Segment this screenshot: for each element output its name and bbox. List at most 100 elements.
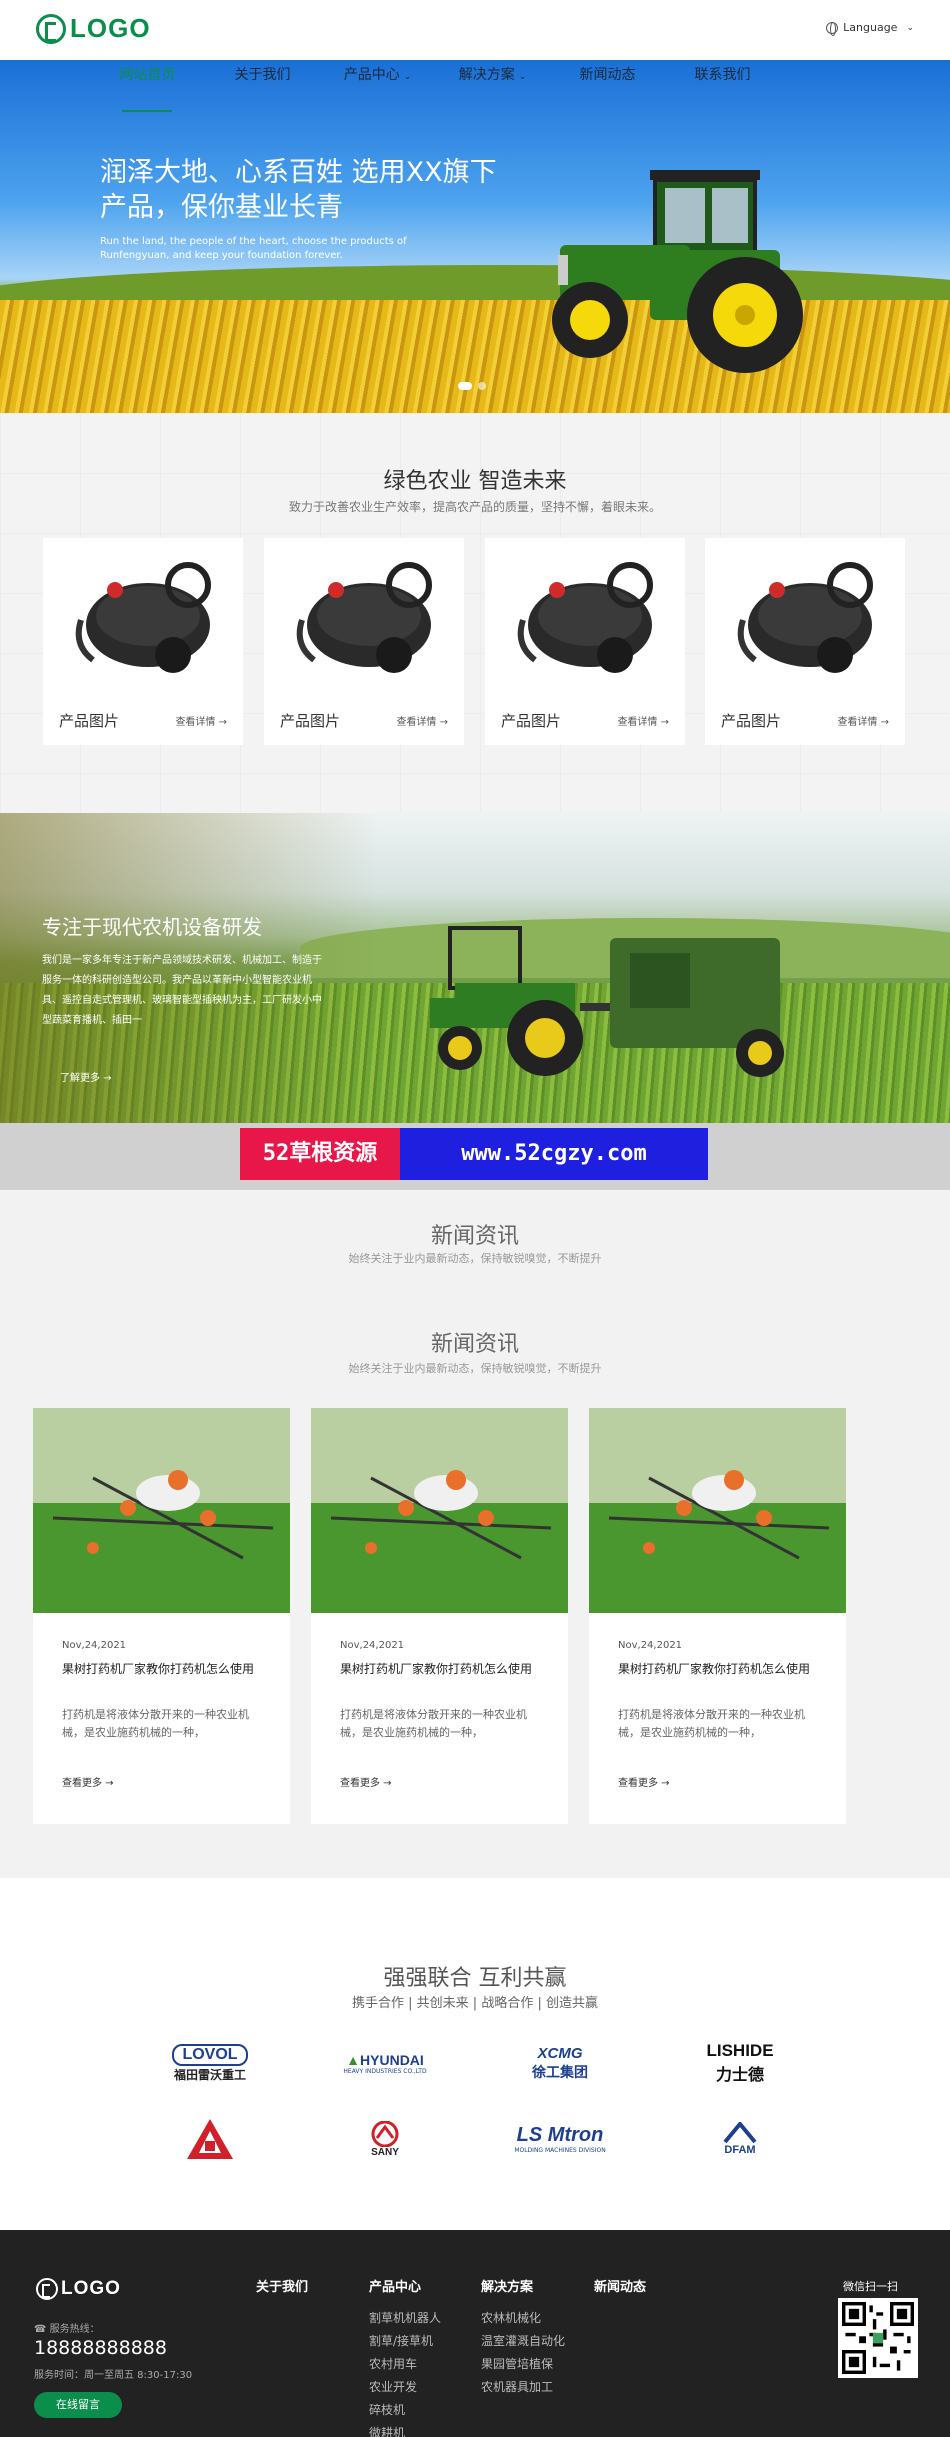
- site-header: LOGO Language ⌄: [0, 0, 950, 60]
- hero-banner: 网站首页 关于我们 产品中心 ⌄ 解决方案 ⌄ 新闻动态 联系我们 润泽大地、心系百…: [0, 60, 950, 413]
- watermark-badge-blue: www.52cgzy.com: [400, 1128, 708, 1180]
- footer-link[interactable]: 微耕机: [369, 2422, 441, 2437]
- product-card[interactable]: 产品图片 查看详情 →: [264, 538, 464, 745]
- nav-item-news[interactable]: 新闻动态: [550, 60, 665, 100]
- mower-robot-image: [75, 562, 211, 673]
- footer-link[interactable]: 割草机机器人: [369, 2307, 441, 2330]
- hotline-label: ☎ 服务热线：: [34, 2324, 100, 2335]
- partner-logo-red-emblem[interactable]: [150, 2114, 270, 2164]
- product-card[interactable]: 产品图片 查看详情 →: [485, 538, 685, 745]
- footer-link[interactable]: 农机器具加工: [481, 2376, 565, 2399]
- product-label: 产品图片: [280, 712, 341, 730]
- nav-label: 网站首页: [119, 67, 176, 83]
- news-date: Nov,24,2021: [62, 1640, 127, 1651]
- hero-title: 润泽大地、心系百姓 选用XX旗下产品，保你基业长青: [100, 157, 497, 223]
- partner-logo-lishide[interactable]: LISHIDE 力士德: [680, 2038, 800, 2088]
- feature-more-link[interactable]: 了解更多 →: [60, 1069, 112, 1084]
- footer-link[interactable]: 农业开发: [369, 2376, 441, 2399]
- product-more-link[interactable]: 查看详情 →: [396, 713, 448, 728]
- footer-col-title[interactable]: 产品中心: [369, 2276, 441, 2295]
- carousel-dot[interactable]: [458, 382, 472, 390]
- news-more-link[interactable]: 查看更多 →: [340, 1774, 392, 1789]
- feature-title: 专注于现代农机设备研发: [42, 915, 262, 939]
- mower-robot-image: [517, 562, 653, 673]
- mower-robot-image: [296, 562, 432, 673]
- partner-logo-lovol[interactable]: LOVOL 福田雷沃重工: [150, 2038, 270, 2088]
- product-label: 产品图片: [59, 712, 120, 730]
- footer-link[interactable]: 果园管培植保: [481, 2353, 565, 2376]
- product-more-link[interactable]: 查看详情 →: [175, 713, 227, 728]
- footer-col-title[interactable]: 解决方案: [481, 2276, 565, 2295]
- product-card[interactable]: 产品图片 查看详情 →: [705, 538, 905, 745]
- feature-text: 我们是一家多年专注于新产品领域技术研发、机械加工、制造于服务一体的科研创造型公司…: [42, 955, 322, 1026]
- footer-col-solutions: 解决方案 农林机械化 温室灌溉自动化 果园管培植保 农机器具加工: [481, 2276, 565, 2399]
- wechat-qr-code: [838, 2298, 918, 2378]
- news-description: 打药机是将液体分散开来的一种农业机械，是农业施药机械的一种，: [618, 1708, 805, 1739]
- language-selector[interactable]: Language ⌄: [826, 21, 914, 36]
- product-more-link[interactable]: 查看详情 →: [837, 713, 889, 728]
- news-card[interactable]: Nov,24,2021 果树打药机厂家教你打药机怎么使用 打药机是将液体分散开来…: [311, 1408, 568, 1824]
- tractor-image: [552, 170, 803, 373]
- news-subtitle: 始终关注于业内最新动态，保持敏锐嗅觉，不断提升: [348, 1252, 602, 1265]
- footer-logo-text: LOGO: [61, 2278, 121, 2299]
- emblem-icon: [187, 2119, 233, 2159]
- partners-title: 强强联合 互利共赢: [383, 1966, 567, 1991]
- hotline-phone: 18888888888: [34, 2337, 167, 2359]
- news-date: Nov,24,2021: [340, 1640, 405, 1651]
- footer-link[interactable]: 农林机械化: [481, 2307, 565, 2330]
- carousel-dot[interactable]: [478, 382, 486, 390]
- news-more-link[interactable]: 查看更多 →: [62, 1774, 114, 1789]
- carousel-dots: [458, 382, 486, 390]
- footer-link[interactable]: 碎枝机: [369, 2399, 441, 2422]
- partner-logo-sany[interactable]: SANY: [325, 2114, 445, 2164]
- footer-col-news: 新闻动态: [594, 2276, 646, 2307]
- product-label: 产品图片: [501, 712, 562, 730]
- service-hours: 服务时间：周一至周五 8:30-17:30: [34, 2370, 193, 2381]
- product-card[interactable]: 产品图片 查看详情 →: [43, 538, 243, 745]
- chevron-down-icon: ⌄: [403, 72, 412, 82]
- product-label: 产品图片: [721, 712, 782, 730]
- partner-logo-xcmg[interactable]: XCMG 徐工集团: [500, 2038, 620, 2088]
- watermark-badge-red: 52草根资源: [240, 1128, 400, 1180]
- partner-logo-dfam[interactable]: DFAM: [680, 2114, 800, 2164]
- news-title-link[interactable]: 果树打药机厂家教你打药机怎么使用: [340, 1660, 540, 1678]
- site-logo[interactable]: LOGO: [36, 13, 151, 44]
- partner-logo-lsmtron[interactable]: LS Mtron MOLDING MACHINES DIVISION: [500, 2114, 620, 2164]
- footer-col-products: 产品中心 割草机机器人 割草/接草机 农村用车 农业开发 碎枝机 微耕机: [369, 2276, 441, 2437]
- footer-col-title[interactable]: 关于我们: [256, 2276, 308, 2295]
- footer-col-about: 关于我们: [256, 2276, 308, 2307]
- products-section: 绿色农业 智造未来 致力于改善农业生产效率，提高农产品的质量，坚持不懈，着眼未来…: [0, 413, 950, 813]
- nav-item-home[interactable]: 网站首页: [90, 60, 205, 112]
- news-date: Nov,24,2021: [618, 1640, 683, 1651]
- product-more-link[interactable]: 查看详情 →: [617, 713, 669, 728]
- news-title: 新闻资讯: [430, 1332, 519, 1357]
- news-card[interactable]: Nov,24,2021 果树打药机厂家教你打药机怎么使用 打药机是将液体分散开来…: [33, 1408, 290, 1824]
- footer-col-title[interactable]: 新闻动态: [594, 2276, 646, 2295]
- language-label: Language: [843, 21, 898, 34]
- qr-label: 微信扫一扫: [843, 2280, 898, 2293]
- news-title-link[interactable]: 果树打药机厂家教你打药机怎么使用: [62, 1660, 262, 1678]
- news-more-link[interactable]: 查看更多 →: [618, 1774, 670, 1789]
- nav-label: 联系我们: [694, 67, 751, 83]
- partners-subtitle: 携手合作 | 共创未来 | 战略合作 | 创造共赢: [352, 1996, 598, 2011]
- nav-item-products[interactable]: 产品中心 ⌄: [320, 60, 435, 100]
- dfam-icon: [723, 2122, 757, 2144]
- footer-logo[interactable]: LOGO: [36, 2278, 121, 2300]
- nav-label: 产品中心: [343, 67, 400, 83]
- online-message-button[interactable]: 在线留言: [34, 2392, 122, 2418]
- news-card[interactable]: Nov,24,2021 果树打药机厂家教你打药机怎么使用 打药机是将液体分散开来…: [589, 1408, 846, 1824]
- nav-item-contact[interactable]: 联系我们: [665, 60, 780, 100]
- partners-section: 强强联合 互利共赢 携手合作 | 共创未来 | 战略合作 | 创造共赢 LOVO…: [0, 1878, 950, 2230]
- watermark-strip: 52草根资源 www.52cgzy.com: [0, 1123, 950, 1190]
- drone-image: [33, 1408, 290, 1613]
- news-section-header: 新闻资讯 始终关注于业内最新动态，保持敏锐嗅觉，不断提升: [0, 1190, 950, 1310]
- news-title-link[interactable]: 果树打药机厂家教你打药机怎么使用: [618, 1660, 818, 1678]
- partner-logo-hyundai[interactable]: ▲HYUNDAI HEAVY INDUSTRIES CO.,LTD: [325, 2038, 445, 2088]
- nav-item-about[interactable]: 关于我们: [205, 60, 320, 100]
- footer-link[interactable]: 割草/接草机: [369, 2330, 441, 2353]
- nav-label: 关于我们: [234, 67, 291, 83]
- footer-link[interactable]: 温室灌溉自动化: [481, 2330, 565, 2353]
- nav-item-solutions[interactable]: 解决方案 ⌄: [435, 60, 550, 100]
- footer-link[interactable]: 农村用车: [369, 2353, 441, 2376]
- logo-icon: [36, 2278, 58, 2300]
